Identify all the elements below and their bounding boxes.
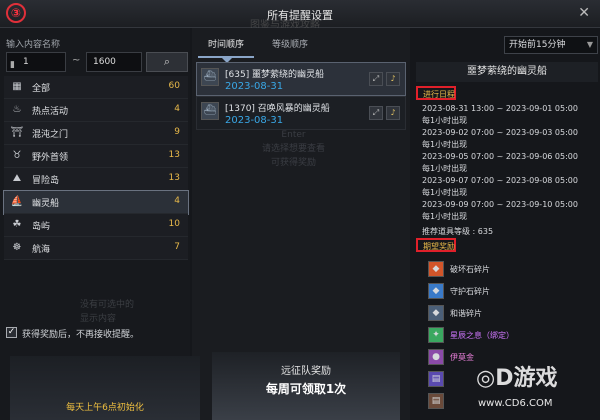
gem-icon: ✦	[428, 327, 444, 343]
wheel-icon: ☸	[12, 242, 22, 253]
schedule-highlight: 进行日程	[416, 86, 456, 100]
island-icon: ⛰	[12, 173, 22, 184]
recommended-level: 推荐道具等级 : 635	[422, 227, 494, 236]
search-button[interactable]: ⌕	[146, 52, 188, 72]
bell-icon[interactable]: ♪	[386, 106, 400, 120]
search-label: 输入内容名称	[6, 40, 61, 50]
checkbox-label: 获得奖励后，不再接收提醒。	[22, 330, 140, 340]
list-item[interactable]: ⛴ [1370] 召唤风暴的幽灵船 2023-08-31 ⤢ ♪	[196, 96, 406, 130]
watermark-logo: ◎D游戏	[476, 366, 558, 391]
tab-level-order[interactable]: 等级顺序	[258, 34, 322, 58]
category-island[interactable]: ☘ 岛屿 10	[4, 214, 188, 237]
shard-icon: ◆	[428, 283, 444, 299]
range-from-input[interactable]: ▮ 1	[6, 52, 66, 72]
card-icon: ▤	[428, 393, 444, 409]
category-chaos-gate[interactable]: ⛩ 混沌之门 9	[4, 122, 188, 145]
watermark-url: www.CD6.COM	[478, 398, 553, 409]
category-ghost-ship[interactable]: ⛵ 幽灵船 4	[3, 190, 189, 215]
category-all[interactable]: ▦ 全部 60	[4, 76, 188, 99]
level-range: ▮ 1 ~ 1600 ⌕	[6, 52, 188, 72]
category-list: ▦ 全部 60 ♨ 热点活动 4 ⛩ 混沌之门 9 ♉ 野外首领 13 ⛰ 冒险…	[3, 76, 189, 260]
expedition-sub: 每周可领取1次	[265, 382, 347, 396]
ship-icon: ⛵	[10, 196, 24, 207]
locate-icon[interactable]: ⤢	[369, 106, 383, 120]
category-voyage[interactable]: ☸ 航海 7	[4, 237, 188, 260]
chevron-down-icon: ▼	[586, 40, 593, 49]
grid-icon: ▦	[12, 81, 22, 92]
list-item[interactable]: ⛴ [635] 噩梦萦绕的幽灵船 2023-08-31 ⤢ ♪	[196, 62, 406, 96]
shard-icon: ◆	[428, 305, 444, 321]
range-separator: ~	[72, 55, 81, 66]
locate-icon[interactable]: ⤢	[369, 72, 383, 86]
ghost-hint: Enter 请选择想要查看 可获得奖励	[262, 130, 326, 168]
detail-title: 噩梦萦绕的幽灵船	[416, 62, 598, 82]
reward-item[interactable]: ◆ 和谐碎片	[424, 304, 598, 326]
card-icon: ▤	[428, 371, 444, 387]
reward-item[interactable]: ◆ 守护石碎片	[424, 282, 598, 304]
category-adventure-island[interactable]: ⛰ 冒险岛 13	[4, 168, 188, 191]
schedule-list: 2023-08-31 13:00 ~ 2023-09-01 05:00 每1小时…	[422, 104, 578, 221]
title-bar: ③ 所有提醒设置 图鉴与游戏攻略 ✕	[0, 0, 600, 31]
category-field-boss[interactable]: ♉ 野外首领 13	[4, 145, 188, 168]
daily-reset-text: 每天上午6点初始化	[66, 403, 144, 413]
ship-icon: ⛴	[201, 68, 219, 86]
reward-highlight: 期望奖励	[416, 238, 456, 252]
daily-reset-banner: 每天上午6点初始化	[10, 356, 200, 420]
gate-icon: ⛩	[10, 127, 24, 138]
search-icon: ⌕	[163, 55, 171, 68]
empty-hint: 没有可选中的 显示内容	[80, 300, 135, 324]
sort-tabs: 时间顺序 等级顺序	[192, 34, 410, 63]
palm-icon: ☘	[12, 219, 22, 230]
coin-icon: ●	[428, 349, 444, 365]
reward-label: 期望奖励	[423, 242, 455, 251]
checkbox[interactable]: ✓	[6, 327, 17, 338]
schedule-label: 进行日程	[423, 90, 455, 99]
close-icon[interactable]: ✕	[578, 5, 590, 21]
flame-icon: ♨	[12, 104, 22, 115]
reward-item[interactable]: ◆ 破坏石碎片	[424, 260, 598, 282]
bell-icon[interactable]: ♪	[386, 72, 400, 86]
range-to-input[interactable]: 1600	[86, 52, 142, 72]
reminder-time-select[interactable]: 开始前15分钟 ▼	[504, 36, 598, 54]
tab-time-order[interactable]: 时间顺序	[198, 34, 254, 58]
expedition-reward-banner[interactable]: 远征队奖励 每周可领取1次	[212, 352, 400, 420]
level-icon: ▮	[10, 60, 15, 70]
category-event[interactable]: ♨ 热点活动 4	[4, 99, 188, 122]
reward-item[interactable]: ✦ 星辰之息（绑定）	[424, 326, 598, 348]
ship-icon: ⛴	[201, 102, 219, 120]
horns-icon: ♉	[12, 150, 22, 161]
expedition-title: 远征队奖励	[281, 366, 331, 377]
shard-icon: ◆	[428, 261, 444, 277]
